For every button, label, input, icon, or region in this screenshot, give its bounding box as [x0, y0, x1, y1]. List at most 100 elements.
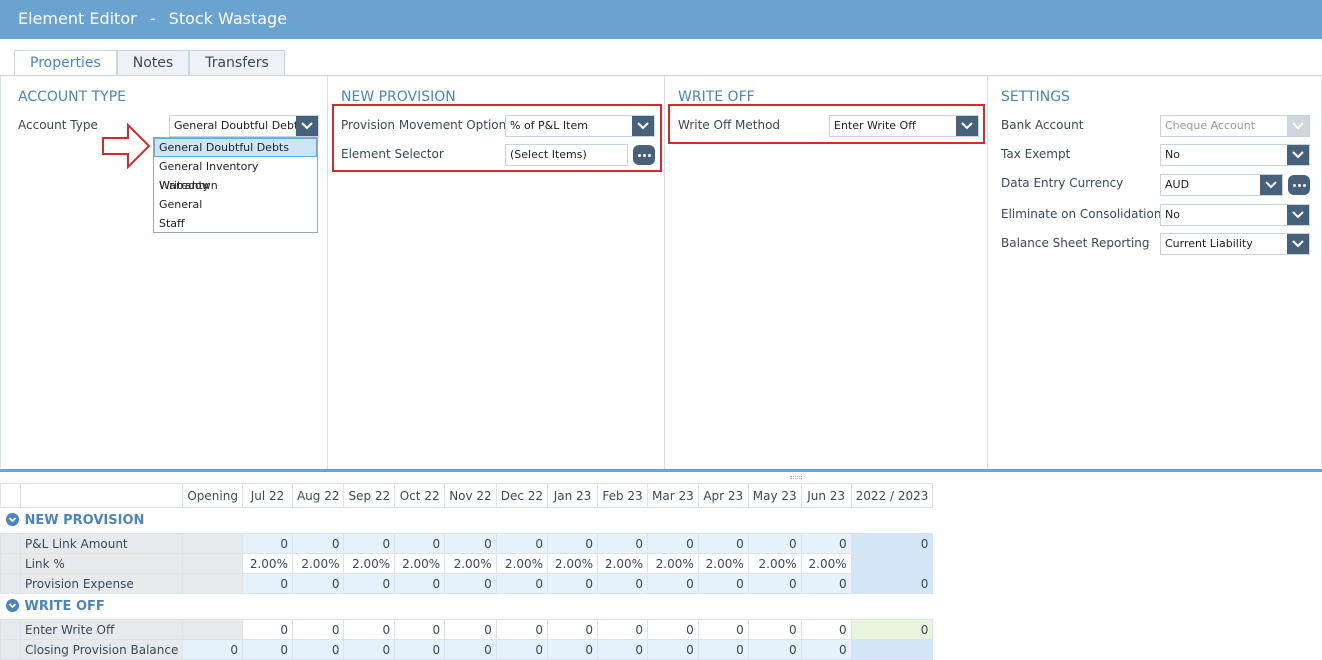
chevron-down-icon[interactable]: [1260, 175, 1282, 195]
section-row[interactable]: NEW PROVISION: [0, 507, 933, 534]
dropdown-option[interactable]: General: [154, 195, 317, 214]
chevron-down-icon[interactable]: [296, 116, 318, 136]
month-cell[interactable]: 2.00%: [597, 553, 649, 574]
write-off-method-label: Write Off Method: [678, 118, 781, 132]
month-cell[interactable]: 0: [241, 533, 293, 554]
movement-option-select[interactable]: % of P&L Item: [505, 115, 655, 137]
month-cell[interactable]: 0: [343, 573, 396, 594]
dropdown-option[interactable]: Staff: [154, 214, 317, 233]
month-cell[interactable]: 0: [800, 619, 852, 640]
month-cell[interactable]: 2.00%: [394, 553, 446, 574]
month-cell[interactable]: 0: [291, 533, 345, 554]
month-cell[interactable]: 0: [394, 619, 446, 640]
month-cell[interactable]: 0: [394, 573, 446, 594]
month-cell[interactable]: 0: [547, 573, 599, 594]
month-cell[interactable]: 0: [547, 639, 599, 660]
month-cell[interactable]: 0: [291, 573, 345, 594]
month-cell[interactable]: 0: [800, 573, 852, 594]
write-off-method-select[interactable]: Enter Write Off: [829, 115, 979, 137]
month-cell[interactable]: 0: [241, 619, 293, 640]
month-cell[interactable]: 0: [647, 639, 699, 660]
month-cell[interactable]: 2.00%: [747, 553, 802, 574]
month-cell[interactable]: 0: [444, 639, 497, 660]
tax-exempt-label: Tax Exempt: [1001, 147, 1071, 161]
chevron-down-icon[interactable]: [1287, 205, 1309, 225]
month-cell[interactable]: 0: [495, 619, 549, 640]
month-cell[interactable]: 0: [647, 533, 699, 554]
chevron-down-icon[interactable]: [1287, 145, 1309, 165]
account-type-select[interactable]: General Doubtful Debt: [169, 115, 319, 137]
month-cell[interactable]: 0: [697, 619, 749, 640]
month-cell[interactable]: 0: [495, 573, 549, 594]
month-cell[interactable]: 0: [597, 573, 649, 594]
dropdown-option[interactable]: Warranty: [154, 176, 317, 195]
month-cell[interactable]: 0: [241, 573, 293, 594]
month-cell[interactable]: 2.00%: [547, 553, 599, 574]
tab-transfers[interactable]: Transfers: [189, 50, 285, 75]
month-cell[interactable]: 0: [444, 573, 497, 594]
month-cell[interactable]: 0: [343, 619, 396, 640]
month-cell[interactable]: 0: [547, 533, 599, 554]
month-cell[interactable]: 0: [343, 533, 396, 554]
bank-account-select: Cheque Account: [1160, 115, 1310, 137]
month-cell[interactable]: 2.00%: [697, 553, 749, 574]
month-cell[interactable]: 0: [647, 573, 699, 594]
tab-properties[interactable]: Properties: [14, 50, 117, 76]
month-cell[interactable]: 2.00%: [241, 553, 293, 574]
month-cell[interactable]: 0: [597, 533, 649, 554]
chevron-down-icon[interactable]: [5, 513, 19, 526]
month-cell[interactable]: 2.00%: [444, 553, 497, 574]
month-cell[interactable]: 0: [495, 639, 549, 660]
currency-select[interactable]: AUD: [1160, 174, 1283, 196]
month-cell[interactable]: 0: [343, 639, 396, 660]
month-cell[interactable]: 2.00%: [291, 553, 345, 574]
new-provision-panel: NEW PROVISION Provision Movement Option …: [328, 76, 665, 469]
month-cell[interactable]: 0: [647, 619, 699, 640]
panel-splitter[interactable]: [0, 469, 1322, 472]
chevron-down-icon[interactable]: [956, 116, 978, 136]
chevron-down-icon[interactable]: [1287, 234, 1309, 254]
balance-sheet-reporting-select[interactable]: Current Liability: [1160, 233, 1310, 255]
section-row[interactable]: WRITE OFF: [0, 593, 933, 620]
month-cell[interactable]: 2.00%: [343, 553, 396, 574]
month-cell[interactable]: 2.00%: [647, 553, 699, 574]
month-cell[interactable]: 0: [597, 639, 649, 660]
opening-cell: [182, 533, 243, 554]
opening-cell[interactable]: 0: [182, 639, 243, 660]
month-cell[interactable]: 0: [444, 533, 497, 554]
eliminate-consolidation-select[interactable]: No: [1160, 204, 1310, 226]
splitter-grip-icon[interactable]: [790, 476, 802, 479]
month-cell[interactable]: 0: [747, 573, 802, 594]
month-cell[interactable]: 0: [747, 533, 802, 554]
element-selector-field[interactable]: (Select Items): [505, 144, 628, 166]
dropdown-option[interactable]: General Doubtful Debts: [154, 138, 317, 157]
month-cell[interactable]: 2.00%: [495, 553, 549, 574]
month-cell[interactable]: 0: [747, 619, 802, 640]
month-cell[interactable]: 0: [291, 619, 345, 640]
month-cell[interactable]: 0: [697, 573, 749, 594]
tax-exempt-select[interactable]: No: [1160, 144, 1310, 166]
month-cell[interactable]: 0: [241, 639, 293, 660]
dropdown-option[interactable]: General Inventory Writedown: [154, 157, 317, 192]
month-cell[interactable]: 0: [697, 639, 749, 660]
chevron-down-icon[interactable]: [632, 116, 654, 136]
tab-notes[interactable]: Notes: [116, 50, 190, 75]
month-cell[interactable]: 0: [547, 619, 599, 640]
more-options-icon[interactable]: [1288, 175, 1310, 195]
month-cell[interactable]: 0: [394, 639, 446, 660]
month-cell[interactable]: 0: [291, 639, 345, 660]
month-cell[interactable]: 0: [495, 533, 549, 554]
month-cell[interactable]: 0: [800, 533, 852, 554]
month-cell[interactable]: 0: [747, 639, 802, 660]
month-cell[interactable]: 0: [800, 639, 852, 660]
month-cell[interactable]: 0: [444, 619, 497, 640]
chevron-down-icon[interactable]: [5, 599, 19, 612]
row-label: P&L Link Amount: [19, 533, 184, 554]
section-title: NEW PROVISION: [24, 513, 145, 528]
month-cell[interactable]: 0: [394, 533, 446, 554]
eliminate-consolidation-label: Eliminate on Consolidation: [1001, 207, 1162, 221]
more-options-icon[interactable]: [633, 145, 655, 165]
month-cell[interactable]: 0: [697, 533, 749, 554]
month-cell[interactable]: 0: [597, 619, 649, 640]
month-cell[interactable]: 2.00%: [800, 553, 852, 574]
